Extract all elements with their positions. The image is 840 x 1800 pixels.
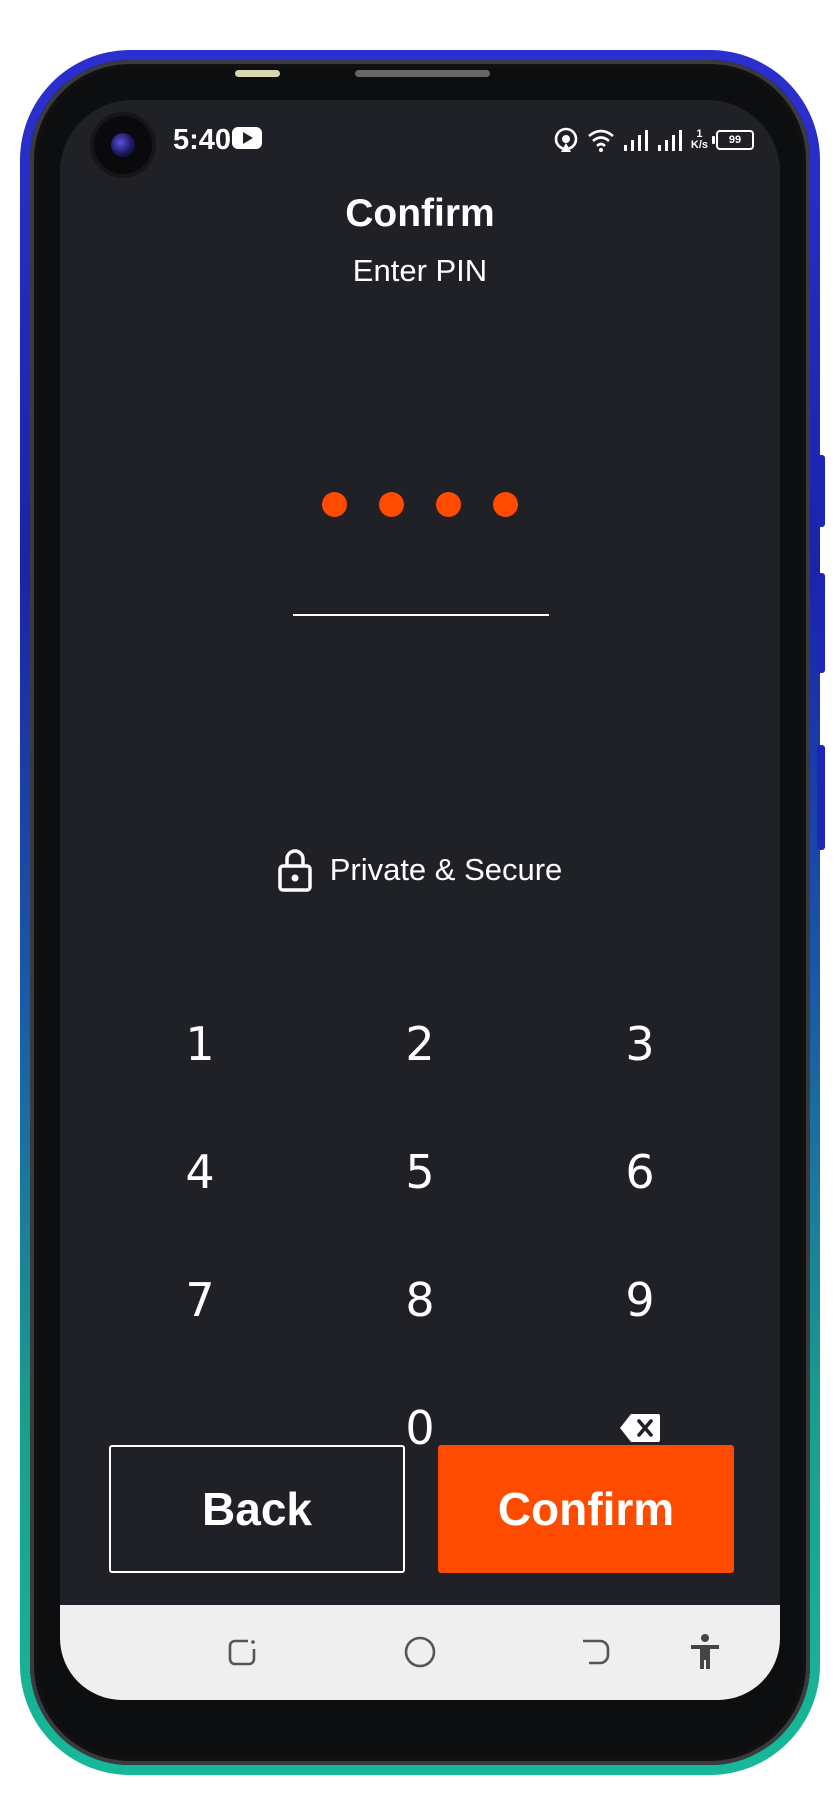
home-icon[interactable] [403, 1635, 437, 1669]
screen: 5:40 1 K/s 99 Confirm Enter PIN Private … [60, 100, 780, 1700]
key-6[interactable]: 6 [530, 1108, 750, 1236]
hotspot-icon [554, 127, 578, 152]
pin-dot [322, 492, 347, 517]
network-speed-unit: K/s [690, 139, 708, 151]
key-9[interactable]: 9 [530, 1236, 750, 1364]
key-2[interactable]: 2 [310, 980, 530, 1108]
recents-icon[interactable] [225, 1635, 259, 1669]
key-7[interactable]: 7 [90, 1236, 310, 1364]
back-icon[interactable] [578, 1635, 612, 1669]
power-button [817, 745, 825, 850]
pin-dots [60, 492, 780, 517]
key-3[interactable]: 3 [530, 980, 750, 1108]
earpiece-speaker [355, 70, 490, 77]
youtube-icon [232, 127, 262, 149]
number-keypad: 1 2 3 4 5 6 7 8 9 0 [90, 980, 750, 1492]
navigation-bar [60, 1605, 780, 1700]
back-button[interactable]: Back [109, 1445, 405, 1573]
pin-dot [379, 492, 404, 517]
sensor [235, 70, 280, 77]
confirm-button[interactable]: Confirm [438, 1445, 734, 1573]
pin-underline [293, 614, 549, 616]
accessibility-icon[interactable] [688, 1633, 722, 1671]
signal-icon [623, 130, 648, 151]
key-1[interactable]: 1 [90, 980, 310, 1108]
lock-icon [277, 849, 312, 892]
backspace-icon [620, 1414, 660, 1442]
key-4[interactable]: 4 [90, 1108, 310, 1236]
key-8[interactable]: 8 [310, 1236, 530, 1364]
volume-down-button [817, 573, 825, 673]
status-icons: 1 K/s 99 [553, 122, 754, 158]
page-title: Confirm [345, 192, 495, 235]
pin-dot [436, 492, 461, 517]
network-speed: 1 K/s [691, 129, 708, 151]
secure-notice: Private & Secure [60, 848, 780, 892]
battery-icon: 99 [712, 130, 754, 150]
signal-icon [657, 130, 682, 151]
volume-up-button [817, 455, 825, 527]
key-5[interactable]: 5 [310, 1108, 530, 1236]
status-time: 5:40 [173, 124, 232, 156]
front-camera [94, 116, 152, 174]
pin-dot [493, 492, 518, 517]
action-buttons: Back Confirm [109, 1445, 734, 1573]
page-subtitle: Enter PIN [352, 253, 488, 288]
wifi-icon [588, 129, 614, 152]
secure-label: Private & Secure [329, 852, 563, 887]
